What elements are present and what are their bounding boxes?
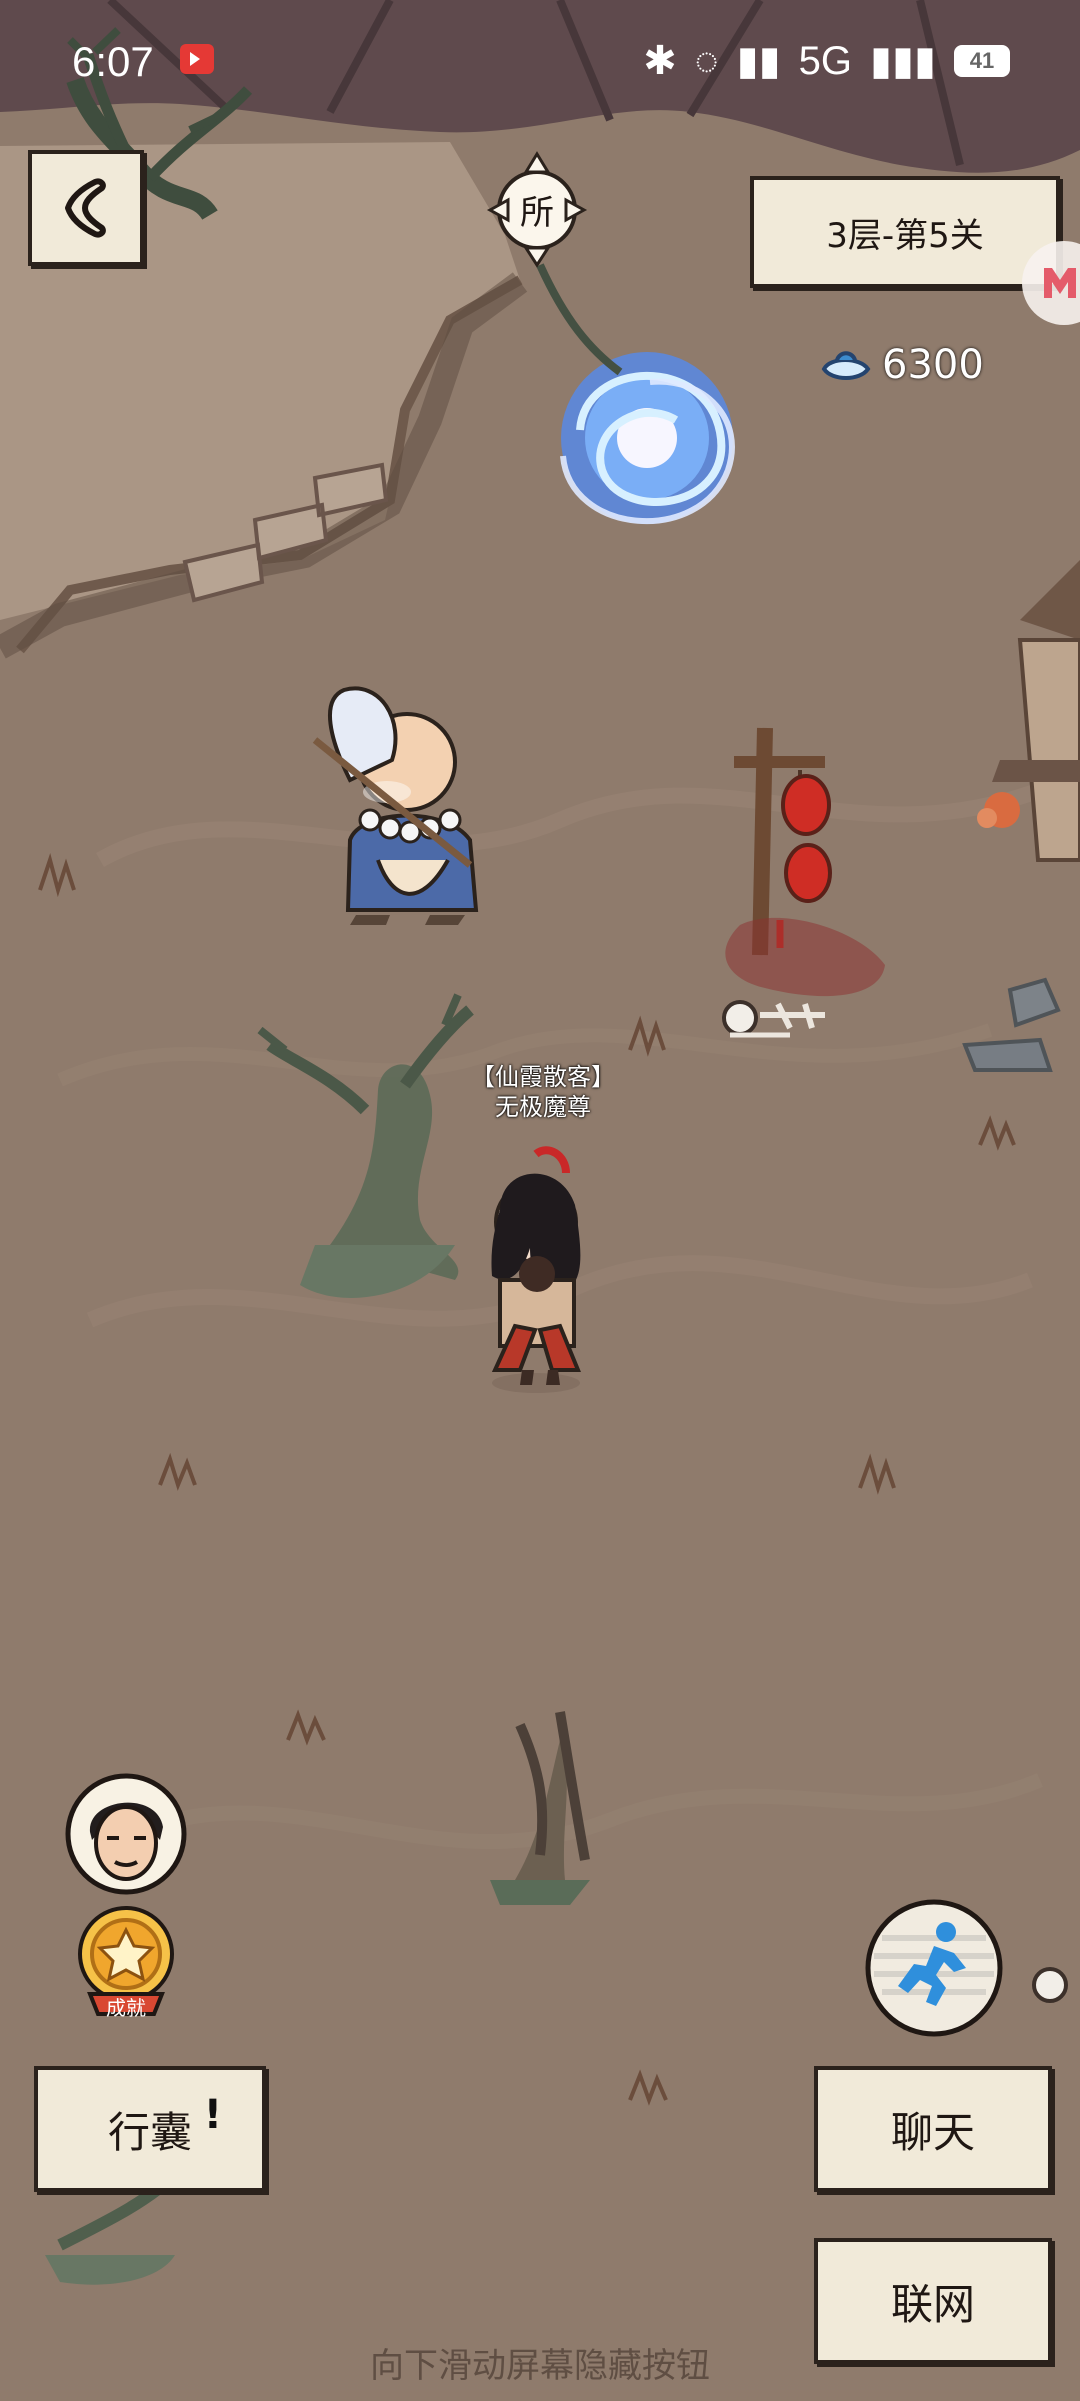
floating-circle-icon xyxy=(1022,241,1080,325)
back-button[interactable] xyxy=(28,150,144,266)
level-label: 3层-第5关 xyxy=(826,215,984,256)
signal-icon: ▮▮ xyxy=(736,39,781,83)
npc-title: 【仙霞散客】 xyxy=(471,1063,615,1091)
battery-icon: 41 xyxy=(954,45,1010,77)
chevron-left-icon xyxy=(65,178,106,238)
online-label: 联网 xyxy=(890,2279,975,2329)
status-time: 6:07 xyxy=(72,38,154,85)
achievement-label: 成就 xyxy=(106,1996,146,2020)
level-indicator: 3层-第5关 xyxy=(750,176,1060,288)
runner-icon xyxy=(865,1899,1003,2037)
floating-app-icon[interactable] xyxy=(1020,228,1080,338)
chat-button[interactable]: 聊天 xyxy=(814,2066,1052,2192)
cell-signal-icon: ▮▮▮ xyxy=(869,39,936,83)
run-toggle-button[interactable] xyxy=(864,1898,1018,2040)
bluetooth-icon: ✱ xyxy=(643,39,677,83)
map-sign-label: 所 xyxy=(520,192,554,233)
npc-label: 【仙霞散客】 无极魔尊 xyxy=(458,1062,628,1122)
currency-display: 6300 xyxy=(820,342,984,388)
swipe-hint: 向下滑动屏幕隐藏按钮 xyxy=(370,2346,710,2386)
inventory-button[interactable]: 行囊 ! xyxy=(34,2066,266,2192)
npc-name: 无极魔尊 xyxy=(495,1093,591,1121)
status-bar: 6:07 ✱ ◌ ▮▮ 5G ▮▮▮ 41 xyxy=(0,0,1080,120)
network-label: 5G xyxy=(798,38,852,83)
map-sign[interactable]: 所 xyxy=(513,185,561,233)
character-avatar-icon xyxy=(65,1773,187,1895)
inventory-alert-icon: ! xyxy=(203,2092,222,2138)
currency-value: 6300 xyxy=(882,342,984,388)
character-avatar-button[interactable] xyxy=(62,1770,190,1898)
achievement-button[interactable]: 成就 xyxy=(62,1900,190,2028)
screen-record-icon xyxy=(180,44,214,74)
chat-label: 聊天 xyxy=(890,2107,975,2157)
inventory-label: 行囊 xyxy=(107,2107,192,2157)
sync-icon: ◌ xyxy=(694,38,719,83)
status-icons: ✱ ◌ ▮▮ 5G ▮▮▮ 41 xyxy=(643,38,1010,84)
silver-ingot-icon xyxy=(821,351,871,380)
